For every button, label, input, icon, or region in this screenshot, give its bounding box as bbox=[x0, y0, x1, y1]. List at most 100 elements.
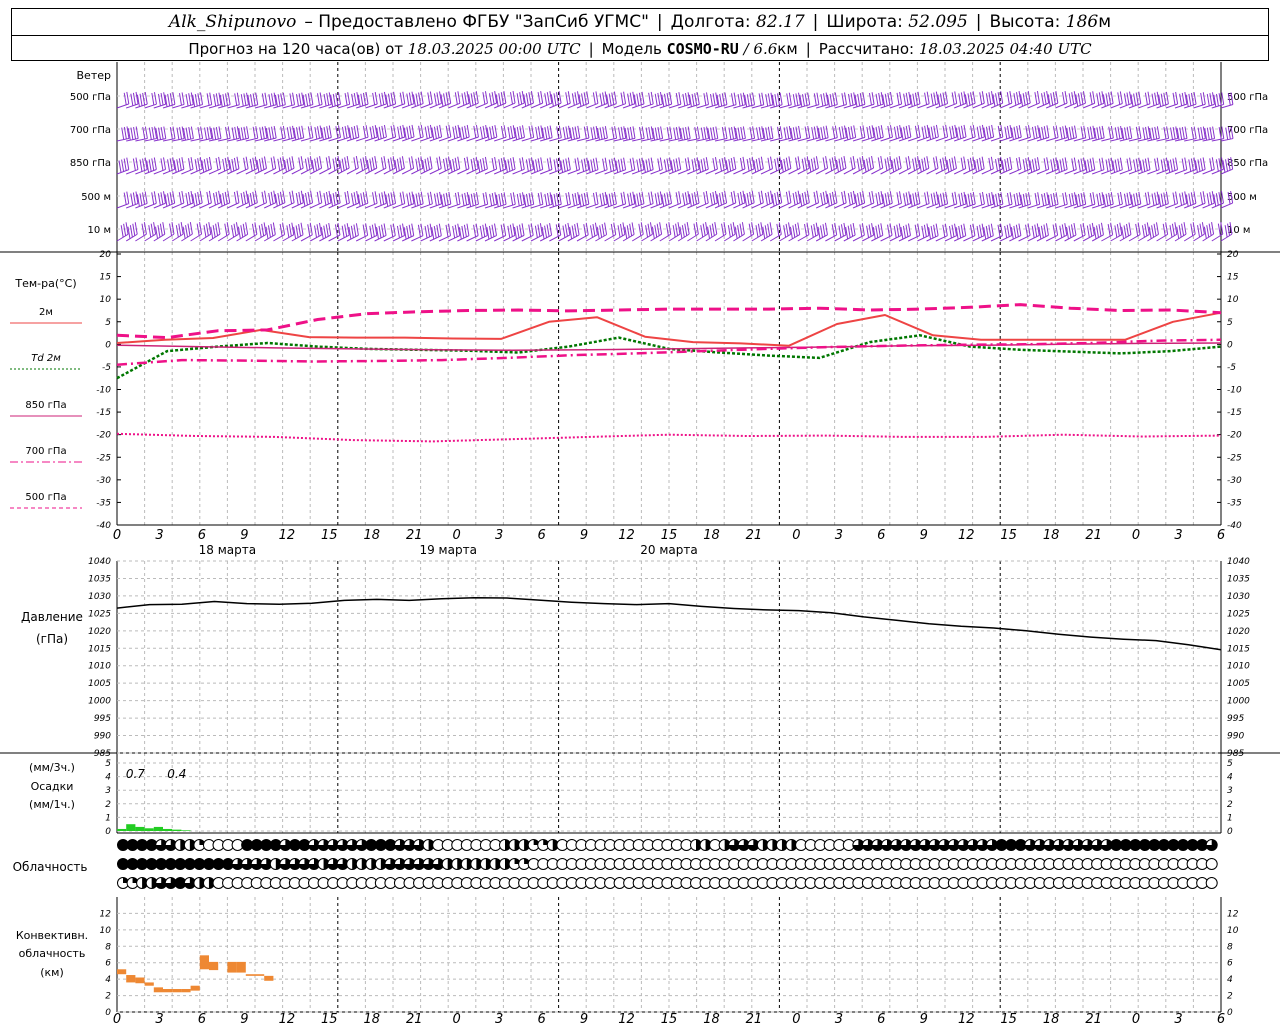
wind-barb-feather bbox=[372, 92, 376, 105]
wind-barb-feather bbox=[850, 224, 854, 237]
wind-barb-feather bbox=[418, 125, 422, 138]
convective-bar bbox=[199, 955, 209, 970]
wind-barb-feather bbox=[960, 192, 964, 205]
wind-barb-feather bbox=[494, 156, 498, 170]
wind-barb-feather bbox=[544, 93, 548, 106]
wind-barb-feather bbox=[1138, 191, 1142, 204]
wind-barb-feather bbox=[921, 225, 925, 239]
wind-barb-feather bbox=[1096, 93, 1100, 106]
hour-tick-label: 3 bbox=[1174, 528, 1182, 543]
wind-barb-feather bbox=[489, 93, 493, 106]
wind-barb-feather bbox=[332, 193, 336, 206]
wind-barb-feather bbox=[475, 192, 479, 205]
wind-barb-feather bbox=[288, 223, 292, 237]
hour-tick-label: 6 bbox=[198, 1012, 206, 1024]
hour-tick-label: 6 bbox=[537, 1012, 545, 1024]
wind-barb-feather bbox=[810, 158, 814, 171]
hour-tick-label: 0 bbox=[453, 1012, 461, 1024]
wind-barb-feather bbox=[620, 92, 624, 105]
wind-barb-feather bbox=[378, 225, 382, 238]
wind-barb-feather bbox=[887, 125, 891, 139]
wind-barb-feather bbox=[985, 225, 989, 239]
wind-barb-feather bbox=[997, 125, 1001, 138]
wind-barb-feather bbox=[304, 158, 308, 171]
wind-barb-feather bbox=[498, 193, 502, 207]
wind-barb-feather bbox=[510, 193, 514, 206]
wind-barb-feather bbox=[491, 224, 495, 237]
wind-barb-feather bbox=[757, 223, 761, 236]
wind-barb-feather bbox=[565, 92, 569, 105]
wind-barb-feather bbox=[574, 192, 578, 206]
wind-barb-feather bbox=[399, 157, 403, 170]
wind-barb-feather bbox=[669, 126, 673, 139]
wind-barb-feather bbox=[454, 92, 458, 105]
convective-bar bbox=[144, 982, 154, 986]
wind-barb-feather bbox=[1181, 158, 1185, 171]
wind-barb-feather bbox=[629, 92, 633, 105]
wind-barb-feather bbox=[1169, 225, 1173, 238]
wind-barb-feather bbox=[325, 157, 329, 170]
wind-barb-feather bbox=[905, 192, 909, 205]
wind-barb-feather bbox=[157, 225, 161, 238]
wind-barb-feather bbox=[659, 222, 663, 235]
wind-barb-feather bbox=[852, 156, 856, 169]
wind-barb-feather bbox=[233, 191, 237, 204]
wind-barb-feather bbox=[1073, 157, 1077, 170]
wind-barb-feather bbox=[641, 91, 645, 104]
wind-barb-feather bbox=[660, 126, 664, 139]
wind-barb-feather bbox=[857, 93, 861, 107]
wind-barb-feather bbox=[760, 156, 764, 169]
wind-barb-feather bbox=[589, 225, 593, 238]
wind-barb-feather bbox=[1077, 93, 1081, 106]
wind-barb-feather bbox=[629, 192, 633, 205]
wind-barb-feather bbox=[889, 191, 893, 204]
wind-barb-feather bbox=[924, 192, 928, 205]
wind-barb-feather bbox=[129, 225, 133, 238]
wind-barb-feather bbox=[534, 225, 538, 238]
wind-barb-feather bbox=[576, 222, 580, 235]
wind-level-label: 10 м bbox=[88, 225, 111, 236]
wind-barb-feather bbox=[626, 225, 630, 238]
wind-barb-feather bbox=[813, 224, 817, 237]
convective-bar bbox=[172, 989, 182, 993]
wind-barb bbox=[401, 167, 414, 175]
convective-tick-label: 2 bbox=[105, 992, 111, 1002]
wind-barb-feather bbox=[767, 191, 771, 204]
wind-barb-feather bbox=[981, 191, 985, 205]
wind-barb-feather bbox=[627, 193, 631, 206]
wind-barb-feather bbox=[592, 192, 596, 206]
wind-barb-feather bbox=[1073, 223, 1077, 236]
wind-barb-feather bbox=[767, 126, 771, 139]
wind-barb-feather bbox=[316, 157, 320, 170]
convective-tick-label: 10 bbox=[1227, 926, 1239, 936]
wind-barb-feather bbox=[682, 193, 686, 206]
wind-barb-feather bbox=[1200, 93, 1204, 106]
wind-barb-feather bbox=[1015, 224, 1019, 237]
wind-barb-feather bbox=[208, 190, 212, 203]
wind-barb-feather bbox=[764, 192, 768, 206]
wind-barb-feather bbox=[675, 158, 679, 171]
wind-barb-feather bbox=[751, 190, 755, 203]
wind-barb-feather bbox=[277, 192, 281, 206]
wind-barb bbox=[429, 168, 442, 175]
wind-barb-feather bbox=[558, 192, 562, 205]
wind-barb-feather bbox=[792, 94, 796, 107]
wind-barb-feather bbox=[737, 127, 741, 140]
precip-3h-total: 0.7 bbox=[126, 767, 145, 781]
wind-barb-feather bbox=[1156, 126, 1160, 139]
wind-barb-feather bbox=[972, 124, 976, 138]
wind-barb-feather bbox=[820, 225, 823, 238]
wind-barb-feather bbox=[1101, 125, 1105, 139]
wind-barb-feather bbox=[279, 223, 283, 237]
wind-barb-feather bbox=[1202, 157, 1206, 170]
wind-barb-feather bbox=[875, 93, 879, 106]
wind-barb-feather bbox=[951, 192, 955, 205]
wind-barb-feather bbox=[448, 191, 452, 205]
wind-barb-feather bbox=[334, 224, 338, 237]
wind-barb-feather bbox=[1181, 92, 1185, 106]
wind-barb-feather bbox=[298, 224, 302, 237]
wind-barb-feather bbox=[752, 126, 756, 139]
wind-barb-feather bbox=[712, 127, 716, 140]
wind-barb-feather bbox=[123, 92, 127, 105]
hour-tick-label: 12 bbox=[958, 1012, 975, 1024]
